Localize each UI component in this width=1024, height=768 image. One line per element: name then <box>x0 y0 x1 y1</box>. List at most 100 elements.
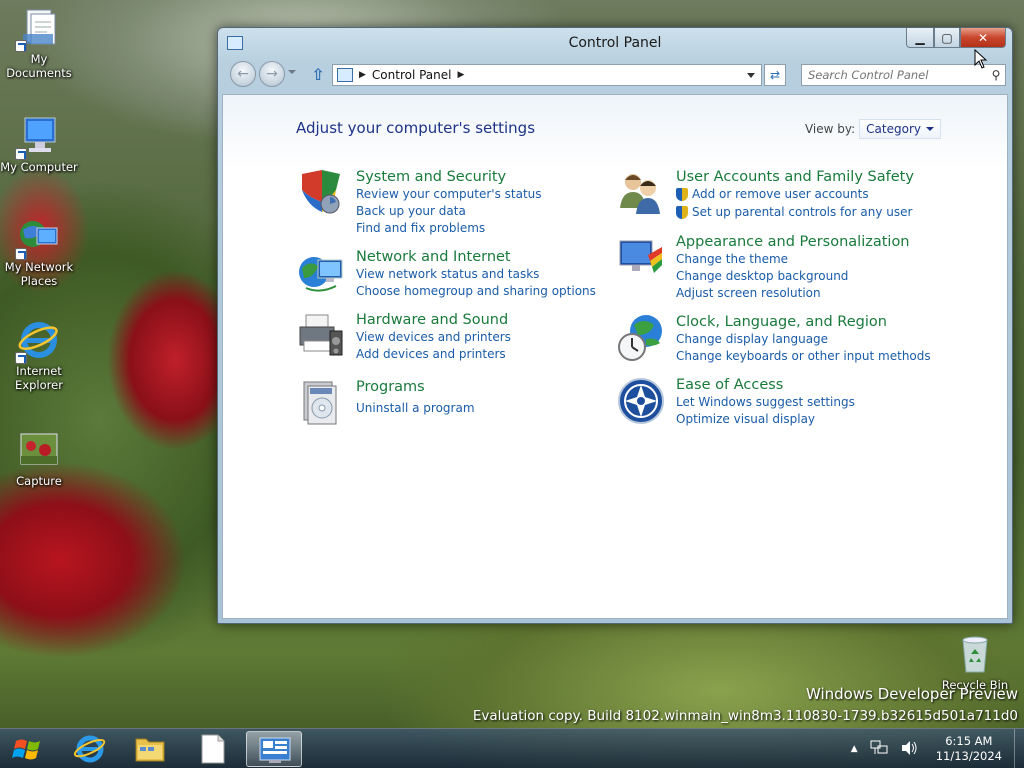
category-title-link[interactable]: User Accounts and Family Safety <box>676 168 914 186</box>
minimize-icon: ▁ <box>915 30 925 45</box>
appearance-monitor-icon <box>616 233 666 283</box>
category-title-link[interactable]: Ease of Access <box>676 376 855 394</box>
category-text: Ease of Access Let Windows suggest setti… <box>676 376 855 428</box>
view-by-label: View by: <box>804 122 856 136</box>
category-title-link[interactable]: System and Security <box>356 168 542 186</box>
task-link[interactable]: View devices and printers <box>356 329 511 346</box>
task-link[interactable]: Adjust screen resolution <box>676 285 910 302</box>
desktop-icon-my-network-places[interactable]: My Network Places <box>0 214 78 288</box>
minimize-button[interactable]: ▁ <box>906 28 934 48</box>
task-link[interactable]: Find and fix problems <box>356 220 542 237</box>
show-desktop-button[interactable] <box>1014 729 1024 768</box>
computer-icon <box>15 114 61 160</box>
address-history-dropdown-icon[interactable] <box>747 73 755 78</box>
category-text: Clock, Language, and Region Change displ… <box>676 313 931 365</box>
category-title-link[interactable]: Clock, Language, and Region <box>676 313 931 331</box>
chevron-down-icon <box>926 127 934 131</box>
page-heading: Adjust your computer's settings <box>296 119 536 137</box>
clock[interactable]: 6:15 AM 11/13/2024 <box>936 734 1002 764</box>
security-shield-icon <box>296 168 346 218</box>
category-title-link[interactable]: Network and Internet <box>356 248 596 266</box>
category-ease-of-access: Ease of Access Let Windows suggest setti… <box>616 376 855 428</box>
desktop-icon-label: My Network Places <box>4 260 74 288</box>
desktop-icon-capture[interactable]: Capture <box>0 428 78 488</box>
taskbar-internet-explorer[interactable] <box>62 731 118 767</box>
category-title-link[interactable]: Hardware and Sound <box>356 311 511 329</box>
desktop-icon-my-documents[interactable]: My Documents <box>0 6 78 80</box>
category-title-link[interactable]: Appearance and Personalization <box>676 233 910 251</box>
recent-pages-dropdown-icon[interactable] <box>288 70 296 74</box>
category-text: Programs Uninstall a program <box>356 378 475 428</box>
category-hardware-and-sound: Hardware and Sound View devices and prin… <box>296 311 511 363</box>
address-bar[interactable]: ▶ Control Panel ▶ <box>332 64 762 86</box>
watermark-title: Windows Developer Preview <box>805 685 1018 703</box>
refresh-icon: ⇄ <box>769 68 781 82</box>
breadcrumb-separator-icon[interactable]: ▶ <box>458 70 465 80</box>
breadcrumb-control-panel[interactable]: Control Panel <box>372 68 452 82</box>
forward-button[interactable]: → <box>259 61 285 87</box>
taskbar-file-explorer[interactable] <box>122 731 178 767</box>
printer-icon <box>296 311 346 361</box>
desktop-icon-recycle-bin[interactable]: Recycle Bin <box>936 632 1014 692</box>
task-link[interactable]: Back up your data <box>356 203 542 220</box>
ease-of-access-icon <box>616 376 666 426</box>
show-hidden-icons-icon[interactable]: ▲ <box>851 744 858 754</box>
title-bar[interactable]: Control Panel ▁ ▢ ✕ <box>218 28 1012 58</box>
view-by-value: Category <box>866 122 921 136</box>
desktop-icon-my-computer[interactable]: My Computer <box>0 114 78 174</box>
control-panel-icon <box>337 68 353 82</box>
task-link[interactable]: View network status and tasks <box>356 266 596 283</box>
category-text: Appearance and Personalization Change th… <box>676 233 910 302</box>
task-link[interactable]: Change desktop background <box>676 268 910 285</box>
task-link[interactable]: Uninstall a program <box>356 400 475 417</box>
task-link[interactable]: Optimize visual display <box>676 411 855 428</box>
view-by-dropdown[interactable]: Category <box>859 119 941 139</box>
forward-arrow-icon: → <box>266 66 278 82</box>
desktop-icon-label: My Documents <box>6 52 72 80</box>
clock-date: 11/13/2024 <box>935 749 1002 763</box>
folder-icon <box>135 738 165 762</box>
up-level-button[interactable]: ⇧ <box>310 66 326 84</box>
system-tray: ▲ 6:15 AM 11/13/2024 <box>851 729 1024 768</box>
task-link[interactable]: Choose homegroup and sharing options <box>356 283 596 300</box>
maximize-button[interactable]: ▢ <box>934 28 960 48</box>
taskbar-notepad[interactable] <box>184 731 240 767</box>
task-link[interactable]: Add devices and printers <box>356 346 511 363</box>
desktop-icon-label: My Computer <box>0 160 78 174</box>
maximize-icon: ▢ <box>941 30 953 45</box>
taskbar: ▲ 6:15 AM 11/13/2024 <box>0 728 1024 768</box>
task-link[interactable]: Set up parental controls for any user <box>676 204 914 221</box>
category-system-and-security: System and Security Review your computer… <box>296 168 542 237</box>
task-link[interactable]: Add or remove user accounts <box>676 186 914 203</box>
network-globe-icon <box>15 214 61 260</box>
control-panel-icon <box>259 737 291 763</box>
taskbar-control-panel[interactable] <box>246 731 302 767</box>
category-text: Network and Internet View network status… <box>356 248 596 300</box>
task-link[interactable]: Let Windows suggest settings <box>676 394 855 411</box>
network-icon[interactable] <box>870 740 888 759</box>
search-icon[interactable]: ⚲ <box>987 68 1005 82</box>
view-by: View by: Category <box>805 119 941 139</box>
documents-icon <box>15 6 61 52</box>
breadcrumb-separator-icon[interactable]: ▶ <box>359 70 366 80</box>
category-programs: Programs Uninstall a program <box>296 378 475 428</box>
back-button[interactable]: ← <box>230 61 256 87</box>
category-user-accounts: User Accounts and Family Safety Add or r… <box>616 168 914 221</box>
task-link[interactable]: Change keyboards or other input methods <box>676 348 931 365</box>
start-button[interactable] <box>8 733 48 765</box>
task-link[interactable]: Review your computer's status <box>356 186 542 203</box>
recycle-bin-icon <box>953 632 997 676</box>
programs-icon <box>296 378 346 428</box>
task-link[interactable]: Change the theme <box>676 251 910 268</box>
search-input[interactable] <box>802 68 987 82</box>
task-link[interactable]: Change display language <box>676 331 931 348</box>
volume-icon[interactable] <box>900 740 918 759</box>
close-button[interactable]: ✕ <box>960 28 1006 48</box>
category-text: System and Security Review your computer… <box>356 168 542 237</box>
refresh-button[interactable]: ⇄ <box>764 64 786 86</box>
category-clock-language-region: Clock, Language, and Region Change displ… <box>616 313 931 365</box>
category-text: Hardware and Sound View devices and prin… <box>356 311 511 363</box>
desktop-icon-internet-explorer[interactable]: Internet Explorer <box>0 318 78 392</box>
category-title-link[interactable]: Programs <box>356 378 475 396</box>
users-icon <box>616 168 666 218</box>
